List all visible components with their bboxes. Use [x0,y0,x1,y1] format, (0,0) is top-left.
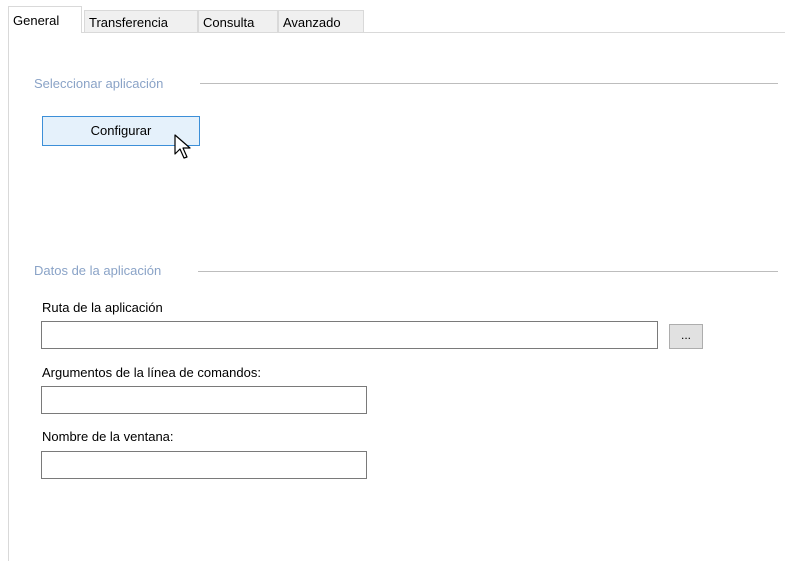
tab-panel-general [8,32,785,561]
mouse-pointer-icon [174,134,191,159]
group-divider-data [198,271,778,272]
group-title-app-data: Datos de la aplicación [34,263,168,278]
group-title-select-app: Seleccionar aplicación [34,76,170,91]
group-divider-select [200,83,778,84]
browse-button[interactable]: ... [669,324,703,349]
app-path-input[interactable] [41,321,658,349]
tab-general[interactable]: General [8,6,82,33]
args-input[interactable] [41,386,367,414]
window-name-input[interactable] [41,451,367,479]
tab-strip: General Transferencia Consulta Avanzado [8,6,785,33]
app-path-label: Ruta de la aplicación [42,300,163,315]
window-name-label: Nombre de la ventana: [42,429,174,444]
tab-avanzado[interactable]: Avanzado [278,10,364,32]
args-label: Argumentos de la línea de comandos: [42,365,261,380]
tab-transferencia[interactable]: Transferencia [84,10,198,32]
tab-consulta[interactable]: Consulta [198,10,278,32]
